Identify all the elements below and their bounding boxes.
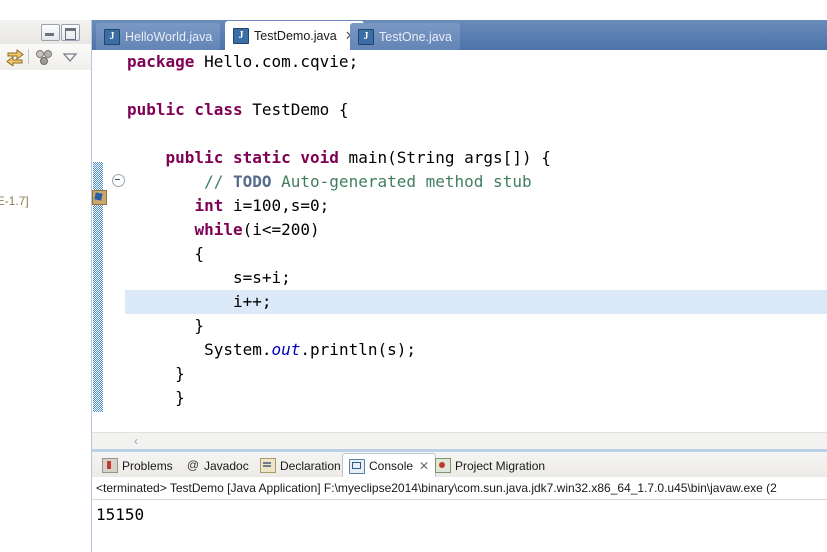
console-tabbar: Problems @ Javadoc Declaration Console ✕…	[92, 452, 827, 478]
code-token: TODO	[232, 172, 272, 191]
view-tab-label: Console	[369, 459, 414, 473]
close-icon[interactable]: ✕	[419, 459, 429, 473]
console-icon	[349, 458, 365, 474]
code-line[interactable]: }	[125, 362, 827, 386]
window-top-strip	[0, 0, 827, 20]
maximize-icon	[65, 28, 76, 40]
code-token: s=s+i;	[127, 268, 291, 287]
editor-horizontal-scrollbar[interactable]	[92, 432, 827, 450]
view-tab-project-migration[interactable]: Project Migration	[429, 454, 551, 477]
view-tab-label: Javadoc	[204, 458, 249, 473]
code-line[interactable]: }	[125, 314, 827, 338]
maximize-view-button[interactable]	[61, 24, 80, 41]
link-with-editor-icon[interactable]	[5, 48, 25, 66]
code-line[interactable]: while(i<=200)	[125, 218, 827, 242]
view-tab-label: Declaration	[280, 458, 341, 473]
fold-collapse-icon[interactable]	[112, 174, 125, 187]
tree-item-jre-library[interactable]: [JavaSE-1.7]	[0, 192, 29, 211]
code-token: {	[127, 244, 205, 263]
code-line[interactable]: s=s+i;	[125, 266, 827, 290]
code-canvas[interactable]: package Hello.com.cqvie; public class Te…	[92, 50, 827, 432]
code-token: .println(s);	[300, 340, 416, 359]
package-explorer-empty-area	[0, 490, 91, 552]
editor-area: J HelloWorld.java J TestDemo.java ✕ J Te…	[92, 20, 827, 452]
code-token: int	[194, 196, 224, 215]
editor-folding-ruler[interactable]	[92, 50, 125, 432]
java-file-icon: J	[104, 28, 120, 45]
console-panel: Problems @ Javadoc Declaration Console ✕…	[92, 452, 827, 552]
view-tab-declaration[interactable]: Declaration	[254, 454, 347, 477]
declaration-icon	[260, 458, 276, 473]
code-token: i++;	[127, 292, 272, 311]
code-token: public class	[127, 100, 243, 119]
editor-tab-label: TestDemo.java	[254, 28, 337, 43]
minimize-icon	[45, 33, 54, 36]
minimize-view-button[interactable]	[41, 24, 60, 41]
code-line[interactable]: public class TestDemo {	[125, 98, 827, 122]
package-explorer-panel: e java va a [JavaSE-1.7]	[0, 0, 92, 552]
code-line[interactable]: i++;	[125, 290, 827, 314]
package-explorer-tree[interactable]: e java va a [JavaSE-1.7]	[0, 70, 91, 490]
code-line[interactable]: {	[125, 242, 827, 266]
code-line[interactable]	[125, 122, 827, 146]
scroll-left-icon[interactable]: ‹	[130, 435, 142, 447]
project-migration-icon	[435, 458, 451, 473]
editor-tab-testdemo[interactable]: J TestDemo.java ✕	[225, 21, 364, 50]
view-menu-chevron-down-icon[interactable]	[62, 50, 78, 64]
code-line[interactable]: System.out.println(s);	[125, 338, 827, 362]
editor-tab-label: TestOne.java	[379, 29, 452, 44]
java-file-icon: J	[358, 28, 374, 45]
code-token: }	[127, 316, 205, 335]
code-token: }	[127, 364, 185, 383]
collapse-all-icon[interactable]	[34, 48, 54, 66]
code-token: TestDemo {	[242, 100, 349, 119]
view-tab-problems[interactable]: Problems	[96, 454, 179, 477]
javadoc-icon: @	[186, 458, 200, 472]
bookmark-marker-icon[interactable]	[92, 190, 107, 205]
console-divider	[92, 499, 827, 500]
code-line[interactable]	[125, 74, 827, 98]
code-token: (i<=200)	[242, 220, 320, 239]
code-editor-text[interactable]: package Hello.com.cqvie; public class Te…	[125, 50, 827, 432]
editor-tab-testone[interactable]: J TestOne.java	[350, 23, 460, 50]
code-line[interactable]: int i=100,s=0;	[125, 194, 827, 218]
editor-tab-helloworld[interactable]: J HelloWorld.java	[96, 23, 221, 50]
editor-tabbar: J HelloWorld.java J TestDemo.java ✕ J Te…	[92, 20, 827, 50]
code-token: i=100,s=0;	[223, 196, 330, 215]
view-tab-label: Problems	[122, 458, 173, 473]
code-line[interactable]: }	[125, 386, 827, 410]
code-line[interactable]: public static void main(String args[]) {	[125, 146, 827, 170]
code-token: out	[271, 340, 301, 359]
code-token: }	[127, 388, 185, 407]
code-token: System.	[127, 340, 272, 359]
code-token: Auto-generated method stub	[271, 172, 532, 191]
console-status-line: <terminated> TestDemo [Java Application]…	[92, 477, 827, 499]
code-token: public static void	[165, 148, 339, 167]
view-tab-label: Project Migration	[455, 458, 546, 473]
code-token: main(String args[]) {	[338, 148, 551, 167]
code-line[interactable]: // TODO Auto-generated method stub	[125, 170, 827, 194]
editor-tab-label: HelloWorld.java	[125, 29, 213, 44]
code-line[interactable]: package Hello.com.cqvie;	[125, 50, 827, 74]
code-token: package	[127, 52, 195, 71]
toolbar-separator	[28, 49, 29, 64]
view-tab-javadoc[interactable]: @ Javadoc	[180, 454, 255, 477]
code-token: Hello.com.cqvie;	[194, 52, 359, 71]
view-tab-console[interactable]: Console ✕	[342, 453, 437, 478]
problems-icon	[102, 458, 118, 473]
code-token: while	[194, 220, 243, 239]
code-token: //	[204, 172, 233, 191]
java-file-icon: J	[233, 27, 249, 44]
console-output[interactable]: 15150	[96, 504, 796, 548]
